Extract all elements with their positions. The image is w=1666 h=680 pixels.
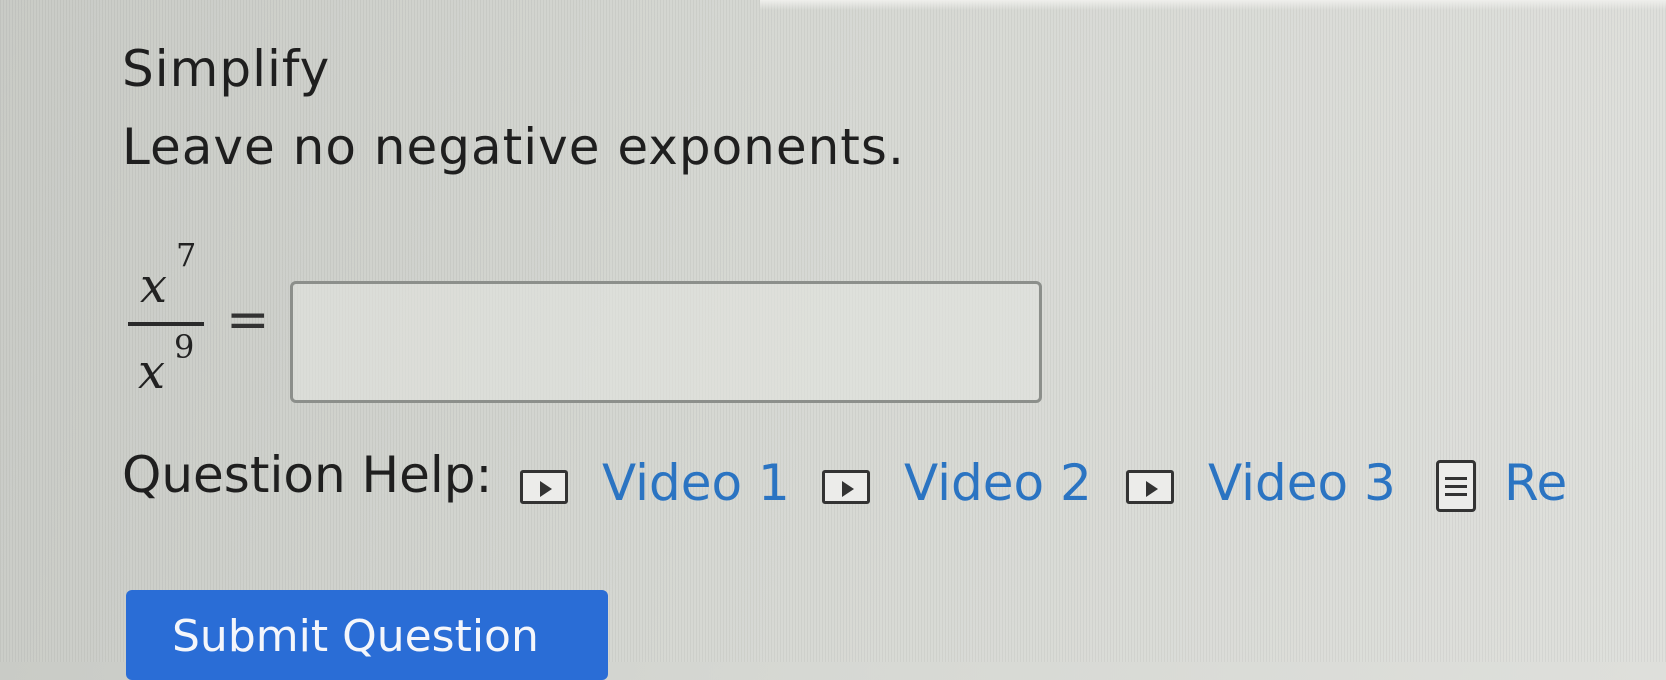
- window-top-edge: [760, 0, 1666, 10]
- document-icon: [1436, 460, 1476, 512]
- video-1-label: Video 1: [602, 454, 790, 512]
- video-3-label: Video 3: [1208, 454, 1396, 512]
- video-play-icon: [520, 470, 568, 504]
- video-play-icon: [822, 470, 870, 504]
- read-label: Re: [1504, 454, 1568, 512]
- equals-sign: =: [226, 290, 270, 350]
- video-2-label: Video 2: [904, 454, 1092, 512]
- question-note: Leave no negative exponents.: [122, 118, 905, 176]
- expression-fraction: x 7 x 9: [128, 236, 208, 400]
- submit-question-button[interactable]: Submit Question: [126, 590, 608, 680]
- video-play-icon: [1126, 470, 1174, 504]
- numerator-base: x: [140, 258, 168, 314]
- answer-input[interactable]: [290, 281, 1042, 403]
- denominator-base: x: [138, 344, 166, 400]
- denominator-exponent: 9: [174, 328, 195, 366]
- fraction-bar: [128, 322, 204, 326]
- question-help-label: Question Help:: [122, 446, 493, 504]
- numerator-exponent: 7: [176, 236, 197, 274]
- question-instruction: Simplify: [122, 40, 331, 98]
